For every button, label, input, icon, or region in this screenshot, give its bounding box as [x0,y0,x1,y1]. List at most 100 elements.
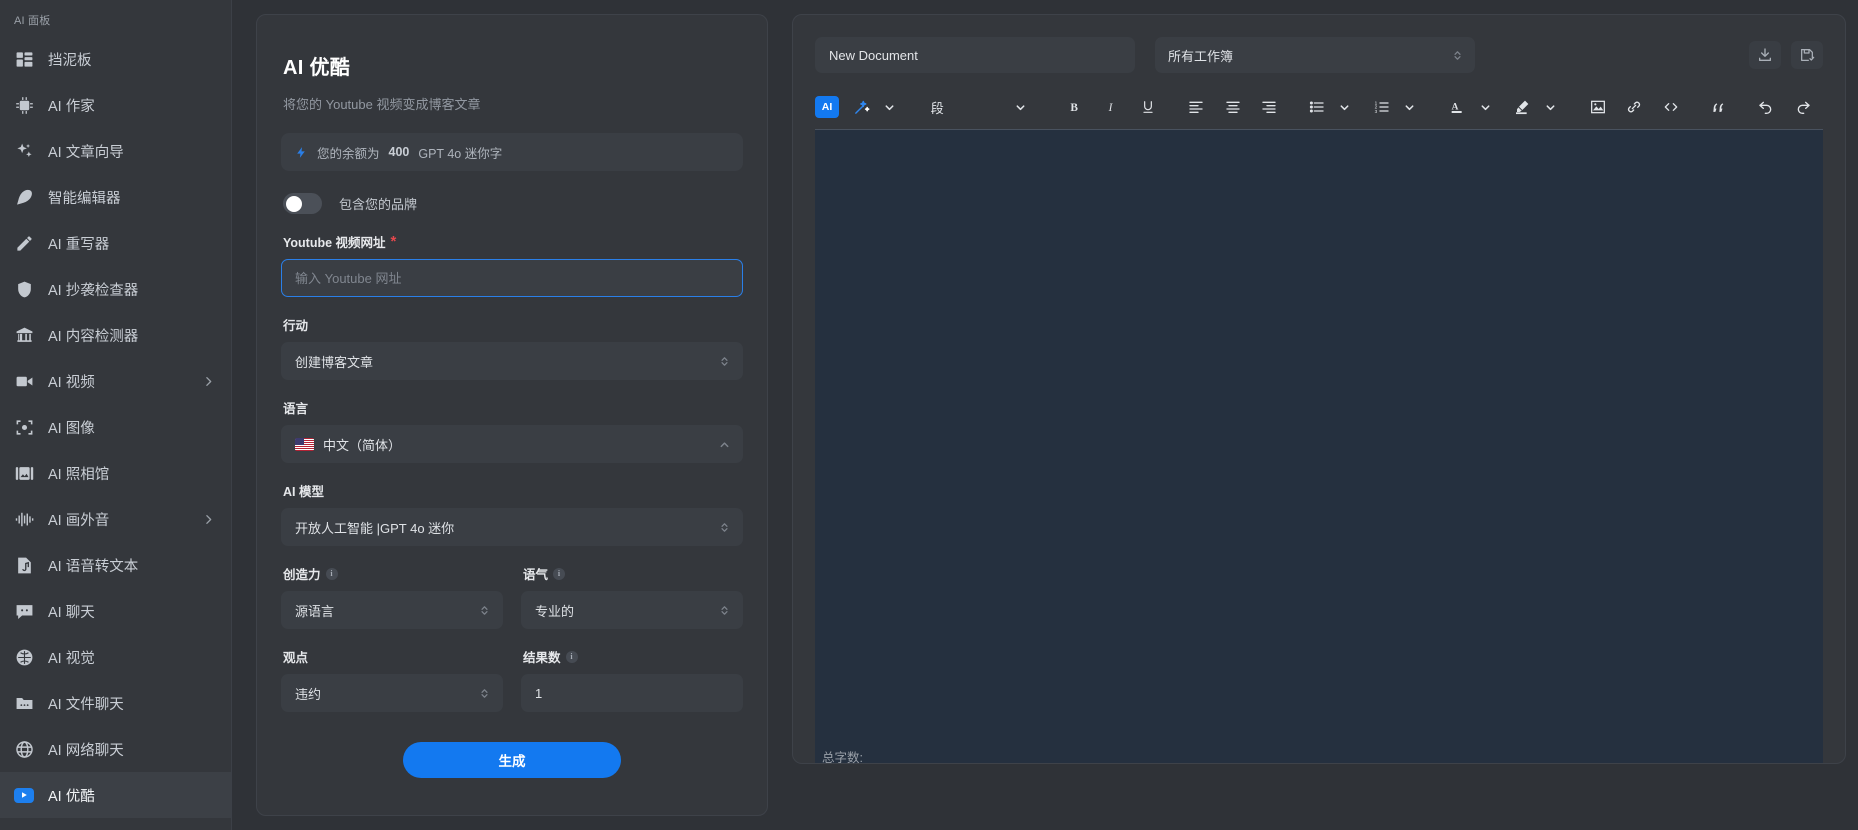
sidebar-item-label: 智能编辑器 [48,187,215,208]
sidebar-item-ai-gallery[interactable]: AI 照相馆 [0,450,231,496]
credit-amount: 400 [389,145,410,159]
sidebar-item-ai-chat[interactable]: AI 聊天 [0,588,231,634]
sidebar-item-file-chat[interactable]: AI 文件聊天 [0,680,231,726]
main-content: AI 优酷 将您的 Youtube 视频变成博客文章 您的余额为 400 GPT… [232,0,1858,830]
tone-label-text: 语气 [523,564,548,583]
editor-header-actions [1749,41,1823,69]
svg-text:3: 3 [1374,109,1377,114]
youtube-url-label-text: Youtube 视频网址 [283,232,386,251]
required-marker: * [391,234,397,249]
svg-text:I: I [1107,102,1113,114]
undo-icon[interactable] [1752,93,1780,121]
sidebar-item-article-wizard[interactable]: AI 文章向导 [0,128,231,174]
info-icon[interactable]: i [553,568,565,580]
chevron-down-icon[interactable] [876,93,904,121]
creativity-select[interactable]: 源语言 [281,591,503,629]
highlighter-icon[interactable] [1508,93,1536,121]
ai-assist-button[interactable]: AI [815,96,839,118]
sidebar-nav: 挡泥板 AI 作家 AI 文章向导 智能编辑器 AI 重写器 AI 抄袭检查器 [0,36,231,818]
updown-chevron-icon [1452,49,1463,62]
creativity-label: 创造力 i [281,564,503,583]
sidebar-item-ai-vision[interactable]: AI 视觉 [0,634,231,680]
info-icon[interactable]: i [566,651,578,663]
sidebar-item-ai-writer[interactable]: AI 作家 [0,82,231,128]
sidebar-item-plagiarism-checker[interactable]: AI 抄袭检查器 [0,266,231,312]
info-icon[interactable]: i [326,568,338,580]
ai-model-select[interactable]: 开放人工智能 |GPT 4o 迷你 [281,508,743,546]
code-block-icon[interactable] [1657,93,1685,121]
credit-prefix: 您的余额为 [317,143,380,162]
sidebar-title: AI 面板 [0,6,231,36]
document-name-input[interactable] [815,37,1135,73]
page-subtitle: 将您的 Youtube 视频变成博客文章 [283,94,743,113]
bold-button[interactable]: B [1061,93,1089,121]
credit-balance-banner: 您的余额为 400 GPT 4o 迷你字 [281,133,743,171]
download-icon[interactable] [1749,41,1781,69]
align-right-icon[interactable] [1255,93,1283,121]
sidebar-item-content-detector[interactable]: AI 内容检测器 [0,312,231,358]
blockquote-icon[interactable] [1705,93,1733,121]
chevron-down-icon[interactable] [1536,93,1564,121]
sidebar-item-ai-voiceover[interactable]: AI 画外音 [0,496,231,542]
sidebar-item-web-chat[interactable]: AI 网络聊天 [0,726,231,772]
app-root: AI 面板 挡泥板 AI 作家 AI 文章向导 智能编辑器 AI 重写器 [0,0,1858,830]
bulleted-list-icon[interactable] [1303,93,1331,121]
align-center-icon[interactable] [1219,93,1247,121]
sidebar-item-ai-video[interactable]: AI 视频 [0,358,231,404]
updown-chevron-icon [719,521,730,534]
editor-content-area[interactable] [815,129,1823,763]
feather-icon [14,187,34,207]
redo-icon[interactable] [1789,93,1817,121]
youtube-url-label: Youtube 视频网址 * [281,232,743,251]
field-ai-model: AI 模型 开放人工智能 |GPT 4o 迷你 [281,481,743,546]
paragraph-style-button[interactable]: 段 [923,93,951,121]
numbered-list-icon[interactable]: 123 [1368,93,1396,121]
underline-button[interactable] [1134,93,1162,121]
viewpoint-value: 违约 [295,684,470,703]
word-count-label: 总字数: [820,735,863,777]
action-select[interactable]: 创建博客文章 [281,342,743,380]
workbook-select[interactable]: 所有工作簿 [1155,37,1475,73]
save-document-icon[interactable] [1791,41,1823,69]
sidebar-item-ai-rewriter[interactable]: AI 重写器 [0,220,231,266]
sidebar-item-ai-youtube[interactable]: AI 优酷 [0,772,231,818]
viewpoint-results-row: 观点 违约 结果数 i [281,629,743,712]
chevron-down-icon[interactable] [1331,93,1359,121]
sidebar-item-label: AI 优酷 [48,785,215,806]
include-brand-toggle[interactable] [283,193,322,214]
sidebar-item-ai-image[interactable]: AI 图像 [0,404,231,450]
brand-toggle-row[interactable]: 包含您的品牌 [281,193,743,214]
updown-chevron-icon [479,604,490,617]
chevron-down-icon[interactable] [1471,93,1499,121]
sidebar-item-dashboard[interactable]: 挡泥板 [0,36,231,82]
sidebar-item-smart-editor[interactable]: 智能编辑器 [0,174,231,220]
sidebar-item-label: AI 语音转文本 [48,555,215,576]
viewpoint-select[interactable]: 违约 [281,674,503,712]
creativity-label-text: 创造力 [283,564,321,583]
italic-button[interactable]: I [1098,93,1126,121]
insert-link-icon[interactable] [1620,93,1648,121]
workbook-value: 所有工作簿 [1168,46,1452,65]
sidebar-item-label: AI 文件聊天 [48,693,215,714]
tone-select[interactable]: 专业的 [521,591,743,629]
generate-button-wrap: 生成 [281,742,743,778]
page-title: AI 优酷 [283,51,743,80]
insert-image-icon[interactable] [1584,93,1612,121]
youtube-url-input[interactable] [281,259,743,297]
chat-bubble-icon [14,601,34,621]
chevron-down-icon[interactable] [1006,93,1034,121]
results-count-input[interactable] [521,674,743,712]
generate-button[interactable]: 生成 [403,742,621,778]
youtube-form-panel: AI 优酷 将您的 Youtube 视频变成博客文章 您的余额为 400 GPT… [256,14,768,816]
magic-wand-icon[interactable] [848,93,876,121]
sidebar-item-speech-to-text[interactable]: AI 语音转文本 [0,542,231,588]
sparkles-icon [14,141,34,161]
align-left-icon[interactable] [1182,93,1210,121]
updown-chevron-icon [719,355,730,368]
language-select[interactable]: 中文（简体） [281,425,743,463]
chevron-right-icon [202,513,215,526]
globe-icon [14,739,34,759]
viewpoint-label: 观点 [281,647,503,666]
chevron-down-icon[interactable] [1396,93,1424,121]
text-color-icon[interactable]: A [1443,93,1471,121]
